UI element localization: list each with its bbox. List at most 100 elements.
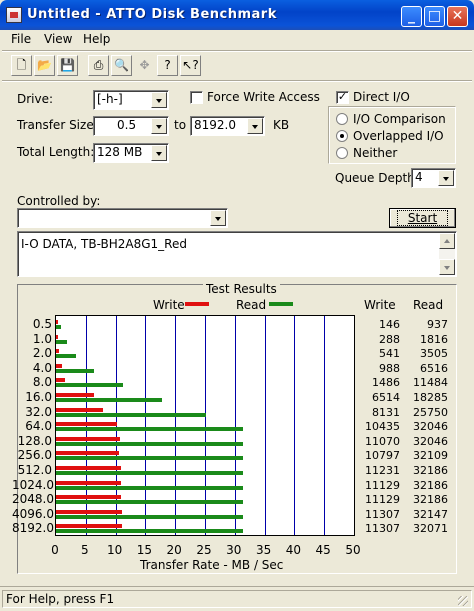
kb-label: KB: [273, 118, 290, 132]
read-value: 937: [427, 318, 448, 331]
chevron-down-icon[interactable]: [151, 118, 167, 134]
overlapped-io-radio[interactable]: [336, 130, 348, 142]
x-tick-label: 5: [80, 543, 89, 557]
controlled-by-label: Controlled by:: [17, 194, 101, 208]
drive-label: Drive:: [17, 92, 54, 106]
scrollbar-track[interactable]: [439, 249, 455, 259]
minimize-button[interactable]: _: [401, 6, 422, 27]
description-text: I-O DATA, TB-BH2A8G1_Red: [21, 237, 187, 251]
chevron-down-icon[interactable]: [151, 92, 167, 108]
app-icon[interactable]: [6, 7, 22, 23]
write-bar: [56, 451, 119, 456]
scroll-down-icon[interactable]: [439, 259, 455, 275]
menu-view[interactable]: View: [44, 32, 72, 46]
help-icon[interactable]: ?: [157, 55, 178, 76]
read-value: 32186: [413, 493, 448, 507]
status-text: For Help, press F1: [6, 592, 115, 606]
write-bar: [56, 349, 60, 354]
write-value: 8131: [372, 405, 400, 419]
write-value: 11070: [365, 434, 400, 448]
transfer-from-select[interactable]: 0.5: [93, 116, 169, 136]
y-tick-label: 4.0: [32, 360, 52, 375]
read-value: 32147: [413, 507, 448, 521]
x-tick-label: 0: [51, 543, 59, 557]
write-bar: [56, 480, 121, 485]
transfer-to-value: 8192.0: [194, 118, 236, 132]
menu-file[interactable]: File: [11, 32, 31, 46]
description-textbox[interactable]: I-O DATA, TB-BH2A8G1_Red: [17, 231, 457, 277]
read-bar: [56, 398, 163, 402]
y-tick-label: 256.0: [17, 448, 52, 463]
y-tick-label: 1.0: [32, 331, 52, 346]
start-button[interactable]: Start: [389, 208, 456, 228]
write-value: 288: [379, 332, 400, 346]
x-tick-label: 35: [255, 543, 272, 557]
x-tick-label: 15: [136, 543, 153, 557]
x-tick-label: 10: [106, 543, 123, 557]
chevron-down-icon[interactable]: [210, 210, 226, 226]
force-write-checkbox[interactable]: [190, 91, 203, 104]
x-tick-label: 45: [315, 543, 331, 557]
write-bar: [56, 524, 122, 529]
controlled-by-select[interactable]: [17, 208, 228, 228]
write-value: 146: [379, 318, 400, 331]
scroll-up-icon[interactable]: [439, 233, 455, 249]
print-preview-icon[interactable]: 🔍: [111, 55, 132, 76]
print-icon[interactable]: ⎙: [88, 55, 109, 76]
new-icon[interactable]: 🗋: [11, 55, 32, 76]
write-bar: [56, 363, 62, 368]
write-bar: [56, 407, 104, 412]
write-bar: [56, 378, 65, 383]
y-tick-label: 2.0: [32, 346, 52, 361]
direct-io-label[interactable]: Direct I/O: [353, 90, 410, 104]
read-bar: [56, 485, 244, 490]
write-legend-label: Write: [153, 298, 185, 312]
chevron-down-icon[interactable]: [247, 118, 263, 134]
write-bar: [56, 495, 121, 500]
y-tick-label: 512.0: [17, 463, 52, 477]
chevron-down-icon[interactable]: [151, 145, 167, 161]
direct-io-checkbox[interactable]: ✓: [336, 91, 349, 104]
grid-line: [265, 316, 266, 535]
io-comparison-radio[interactable]: [336, 113, 348, 125]
write-bar: [56, 436, 121, 441]
write-value: 11129: [365, 478, 400, 492]
context-help-icon[interactable]: ↖?: [180, 55, 201, 76]
read-column-header: Read: [413, 298, 444, 312]
write-value: 541: [379, 347, 400, 361]
save-icon[interactable]: 💾: [57, 55, 78, 76]
results-title: Test Results: [203, 282, 280, 296]
write-value: 10797: [365, 449, 400, 463]
grid-line: [294, 316, 295, 535]
y-tick-label: 32.0: [25, 404, 52, 419]
read-bar: [56, 412, 206, 417]
read-legend-label: Read: [236, 298, 267, 312]
read-value: 1816: [420, 332, 448, 346]
close-button[interactable]: ✕: [447, 6, 468, 27]
write-column-header: Write: [364, 298, 396, 312]
maximize-button[interactable]: □: [424, 6, 445, 27]
io-comparison-label[interactable]: I/O Comparison: [353, 112, 446, 126]
read-bar: [56, 354, 77, 359]
force-write-label[interactable]: Force Write Access: [207, 90, 320, 104]
write-bar: [56, 320, 58, 324]
overlapped-io-label[interactable]: Overlapped I/O: [353, 129, 444, 143]
transfer-to-select[interactable]: 8192.0: [190, 116, 265, 136]
queue-depth-value: 4: [415, 170, 423, 184]
chart-plot-area: [55, 315, 355, 536]
total-length-select[interactable]: 128 MB: [93, 143, 169, 163]
x-tick-label: 50: [345, 543, 361, 557]
queue-depth-select[interactable]: 4: [411, 168, 456, 188]
neither-radio[interactable]: [336, 147, 348, 159]
open-icon[interactable]: 📂: [34, 55, 55, 76]
write-value: 988: [379, 361, 400, 375]
menu-help[interactable]: Help: [83, 32, 110, 46]
resize-grip-icon[interactable]: [458, 596, 468, 606]
read-bar: [56, 441, 243, 446]
chevron-down-icon[interactable]: [438, 170, 454, 186]
neither-label[interactable]: Neither: [353, 146, 397, 160]
write-bar: [56, 334, 58, 339]
toolbar-separator: [2, 50, 472, 52]
write-value: 11307: [365, 507, 400, 521]
drive-select[interactable]: [-h-]: [93, 90, 169, 110]
